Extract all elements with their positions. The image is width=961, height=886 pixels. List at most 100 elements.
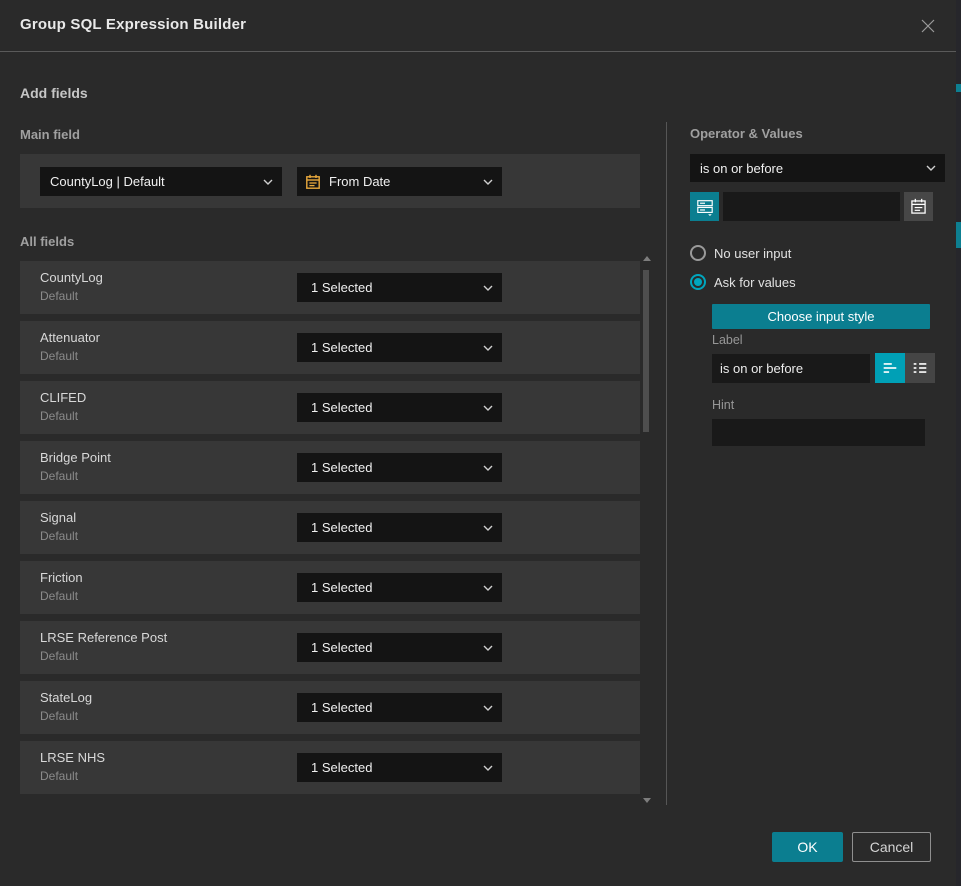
scrollbar-thumb[interactable] bbox=[643, 270, 649, 432]
list-style-button[interactable] bbox=[905, 353, 935, 383]
main-field-select-value: From Date bbox=[329, 174, 483, 189]
field-selection-value: 1 Selected bbox=[297, 280, 483, 295]
field-sublabel: Default bbox=[40, 589, 78, 603]
field-sublabel: Default bbox=[40, 529, 78, 543]
chevron-down-icon bbox=[483, 645, 493, 651]
operator-select-value: is on or before bbox=[690, 161, 926, 176]
cancel-button[interactable]: Cancel bbox=[852, 832, 931, 862]
field-selection-select[interactable]: 1 Selected bbox=[297, 333, 502, 362]
field-row: Bridge Point Default 1 Selected bbox=[20, 441, 640, 494]
field-name: CLIFED bbox=[40, 390, 86, 405]
field-sublabel: Default bbox=[40, 469, 78, 483]
field-name: Signal bbox=[40, 510, 76, 525]
field-selection-select[interactable]: 1 Selected bbox=[297, 513, 502, 542]
field-selection-select[interactable]: 1 Selected bbox=[297, 453, 502, 482]
field-sublabel: Default bbox=[40, 769, 78, 783]
layer-select-value: CountyLog | Default bbox=[40, 174, 263, 189]
main-field-label: Main field bbox=[20, 127, 80, 142]
layer-select[interactable]: CountyLog | Default bbox=[40, 167, 282, 196]
field-row: Friction Default 1 Selected bbox=[20, 561, 640, 614]
background-app-strip bbox=[956, 0, 961, 886]
field-selection-select[interactable]: 1 Selected bbox=[297, 633, 502, 662]
hint-field-label: Hint bbox=[712, 398, 734, 412]
scrollbar-down-arrow[interactable] bbox=[643, 798, 651, 803]
field-row: CLIFED Default 1 Selected bbox=[20, 381, 640, 434]
chevron-down-icon bbox=[483, 465, 493, 471]
field-selection-value: 1 Selected bbox=[297, 580, 483, 595]
label-input[interactable] bbox=[712, 354, 870, 383]
field-selection-value: 1 Selected bbox=[297, 400, 483, 415]
date-field-icon bbox=[305, 174, 321, 190]
panel-divider bbox=[666, 122, 667, 805]
field-sublabel: Default bbox=[40, 649, 78, 663]
chevron-down-icon bbox=[483, 179, 493, 185]
scrollbar-up-arrow[interactable] bbox=[643, 256, 651, 261]
label-field-label: Label bbox=[712, 333, 743, 347]
add-fields-heading: Add fields bbox=[20, 85, 88, 101]
field-selection-value: 1 Selected bbox=[297, 760, 483, 775]
chevron-down-icon bbox=[483, 765, 493, 771]
single-line-style-button[interactable] bbox=[875, 353, 905, 383]
ok-button[interactable]: OK bbox=[772, 832, 843, 862]
background-fleck bbox=[956, 84, 961, 92]
value-input-row bbox=[690, 192, 945, 221]
field-sublabel: Default bbox=[40, 289, 78, 303]
main-field-panel: CountyLog | Default From Date bbox=[20, 154, 640, 208]
radio-ask-for-values[interactable]: Ask for values bbox=[690, 274, 796, 290]
chevron-down-icon bbox=[483, 705, 493, 711]
chevron-down-icon bbox=[926, 165, 936, 171]
field-selection-value: 1 Selected bbox=[297, 340, 483, 355]
field-selection-value: 1 Selected bbox=[297, 460, 483, 475]
field-name: LRSE NHS bbox=[40, 750, 105, 765]
fields-list-scrollbar bbox=[641, 256, 651, 803]
field-name: CountyLog bbox=[40, 270, 103, 285]
field-sublabel: Default bbox=[40, 349, 78, 363]
dialog-title: Group SQL Expression Builder bbox=[20, 16, 246, 33]
operator-select[interactable]: is on or before bbox=[690, 154, 945, 182]
radio-ask-for-values-label: Ask for values bbox=[714, 275, 796, 290]
field-name: Friction bbox=[40, 570, 83, 585]
operator-values-panel: Operator & Values is on or before bbox=[690, 0, 946, 886]
field-sublabel: Default bbox=[40, 409, 78, 423]
field-sublabel: Default bbox=[40, 709, 78, 723]
main-field-select[interactable]: From Date bbox=[297, 167, 502, 196]
field-selection-value: 1 Selected bbox=[297, 700, 483, 715]
chevron-down-icon bbox=[263, 179, 273, 185]
radio-checked-icon bbox=[690, 274, 706, 290]
hint-input[interactable] bbox=[712, 419, 925, 446]
radio-unchecked-icon bbox=[690, 245, 706, 261]
dialog-footer: OK Cancel bbox=[0, 832, 956, 862]
radio-no-user-input[interactable]: No user input bbox=[690, 245, 791, 261]
field-row: LRSE Reference Post Default 1 Selected bbox=[20, 621, 640, 674]
field-selection-select[interactable]: 1 Selected bbox=[297, 753, 502, 782]
chevron-down-icon bbox=[483, 345, 493, 351]
field-row: LRSE NHS Default 1 Selected bbox=[20, 741, 640, 794]
unique-values-button[interactable] bbox=[690, 192, 719, 221]
field-name: StateLog bbox=[40, 690, 92, 705]
group-sql-expression-builder-dialog: Group SQL Expression Builder Add fields … bbox=[0, 0, 956, 886]
field-row: CountyLog Default 1 Selected bbox=[20, 261, 640, 314]
field-row: StateLog Default 1 Selected bbox=[20, 681, 640, 734]
chevron-down-icon bbox=[483, 525, 493, 531]
field-selection-value: 1 Selected bbox=[297, 640, 483, 655]
field-name: Attenuator bbox=[40, 330, 100, 345]
all-fields-label: All fields bbox=[20, 234, 74, 249]
radio-no-user-input-label: No user input bbox=[714, 246, 791, 261]
field-selection-value: 1 Selected bbox=[297, 520, 483, 535]
field-row: Attenuator Default 1 Selected bbox=[20, 321, 640, 374]
field-selection-select[interactable]: 1 Selected bbox=[297, 273, 502, 302]
date-value-input[interactable] bbox=[723, 192, 900, 221]
field-selection-select[interactable]: 1 Selected bbox=[297, 393, 502, 422]
choose-input-style-button[interactable]: Choose input style bbox=[712, 304, 930, 329]
chevron-down-icon bbox=[483, 585, 493, 591]
field-name: LRSE Reference Post bbox=[40, 630, 167, 645]
field-selection-select[interactable]: 1 Selected bbox=[297, 573, 502, 602]
calendar-picker-button[interactable] bbox=[904, 192, 933, 221]
chevron-down-icon bbox=[483, 405, 493, 411]
chevron-down-icon bbox=[483, 285, 493, 291]
operator-values-heading: Operator & Values bbox=[690, 126, 803, 141]
label-style-toggle-group bbox=[875, 353, 935, 383]
field-row: Signal Default 1 Selected bbox=[20, 501, 640, 554]
field-selection-select[interactable]: 1 Selected bbox=[297, 693, 502, 722]
background-fleck bbox=[956, 222, 961, 248]
